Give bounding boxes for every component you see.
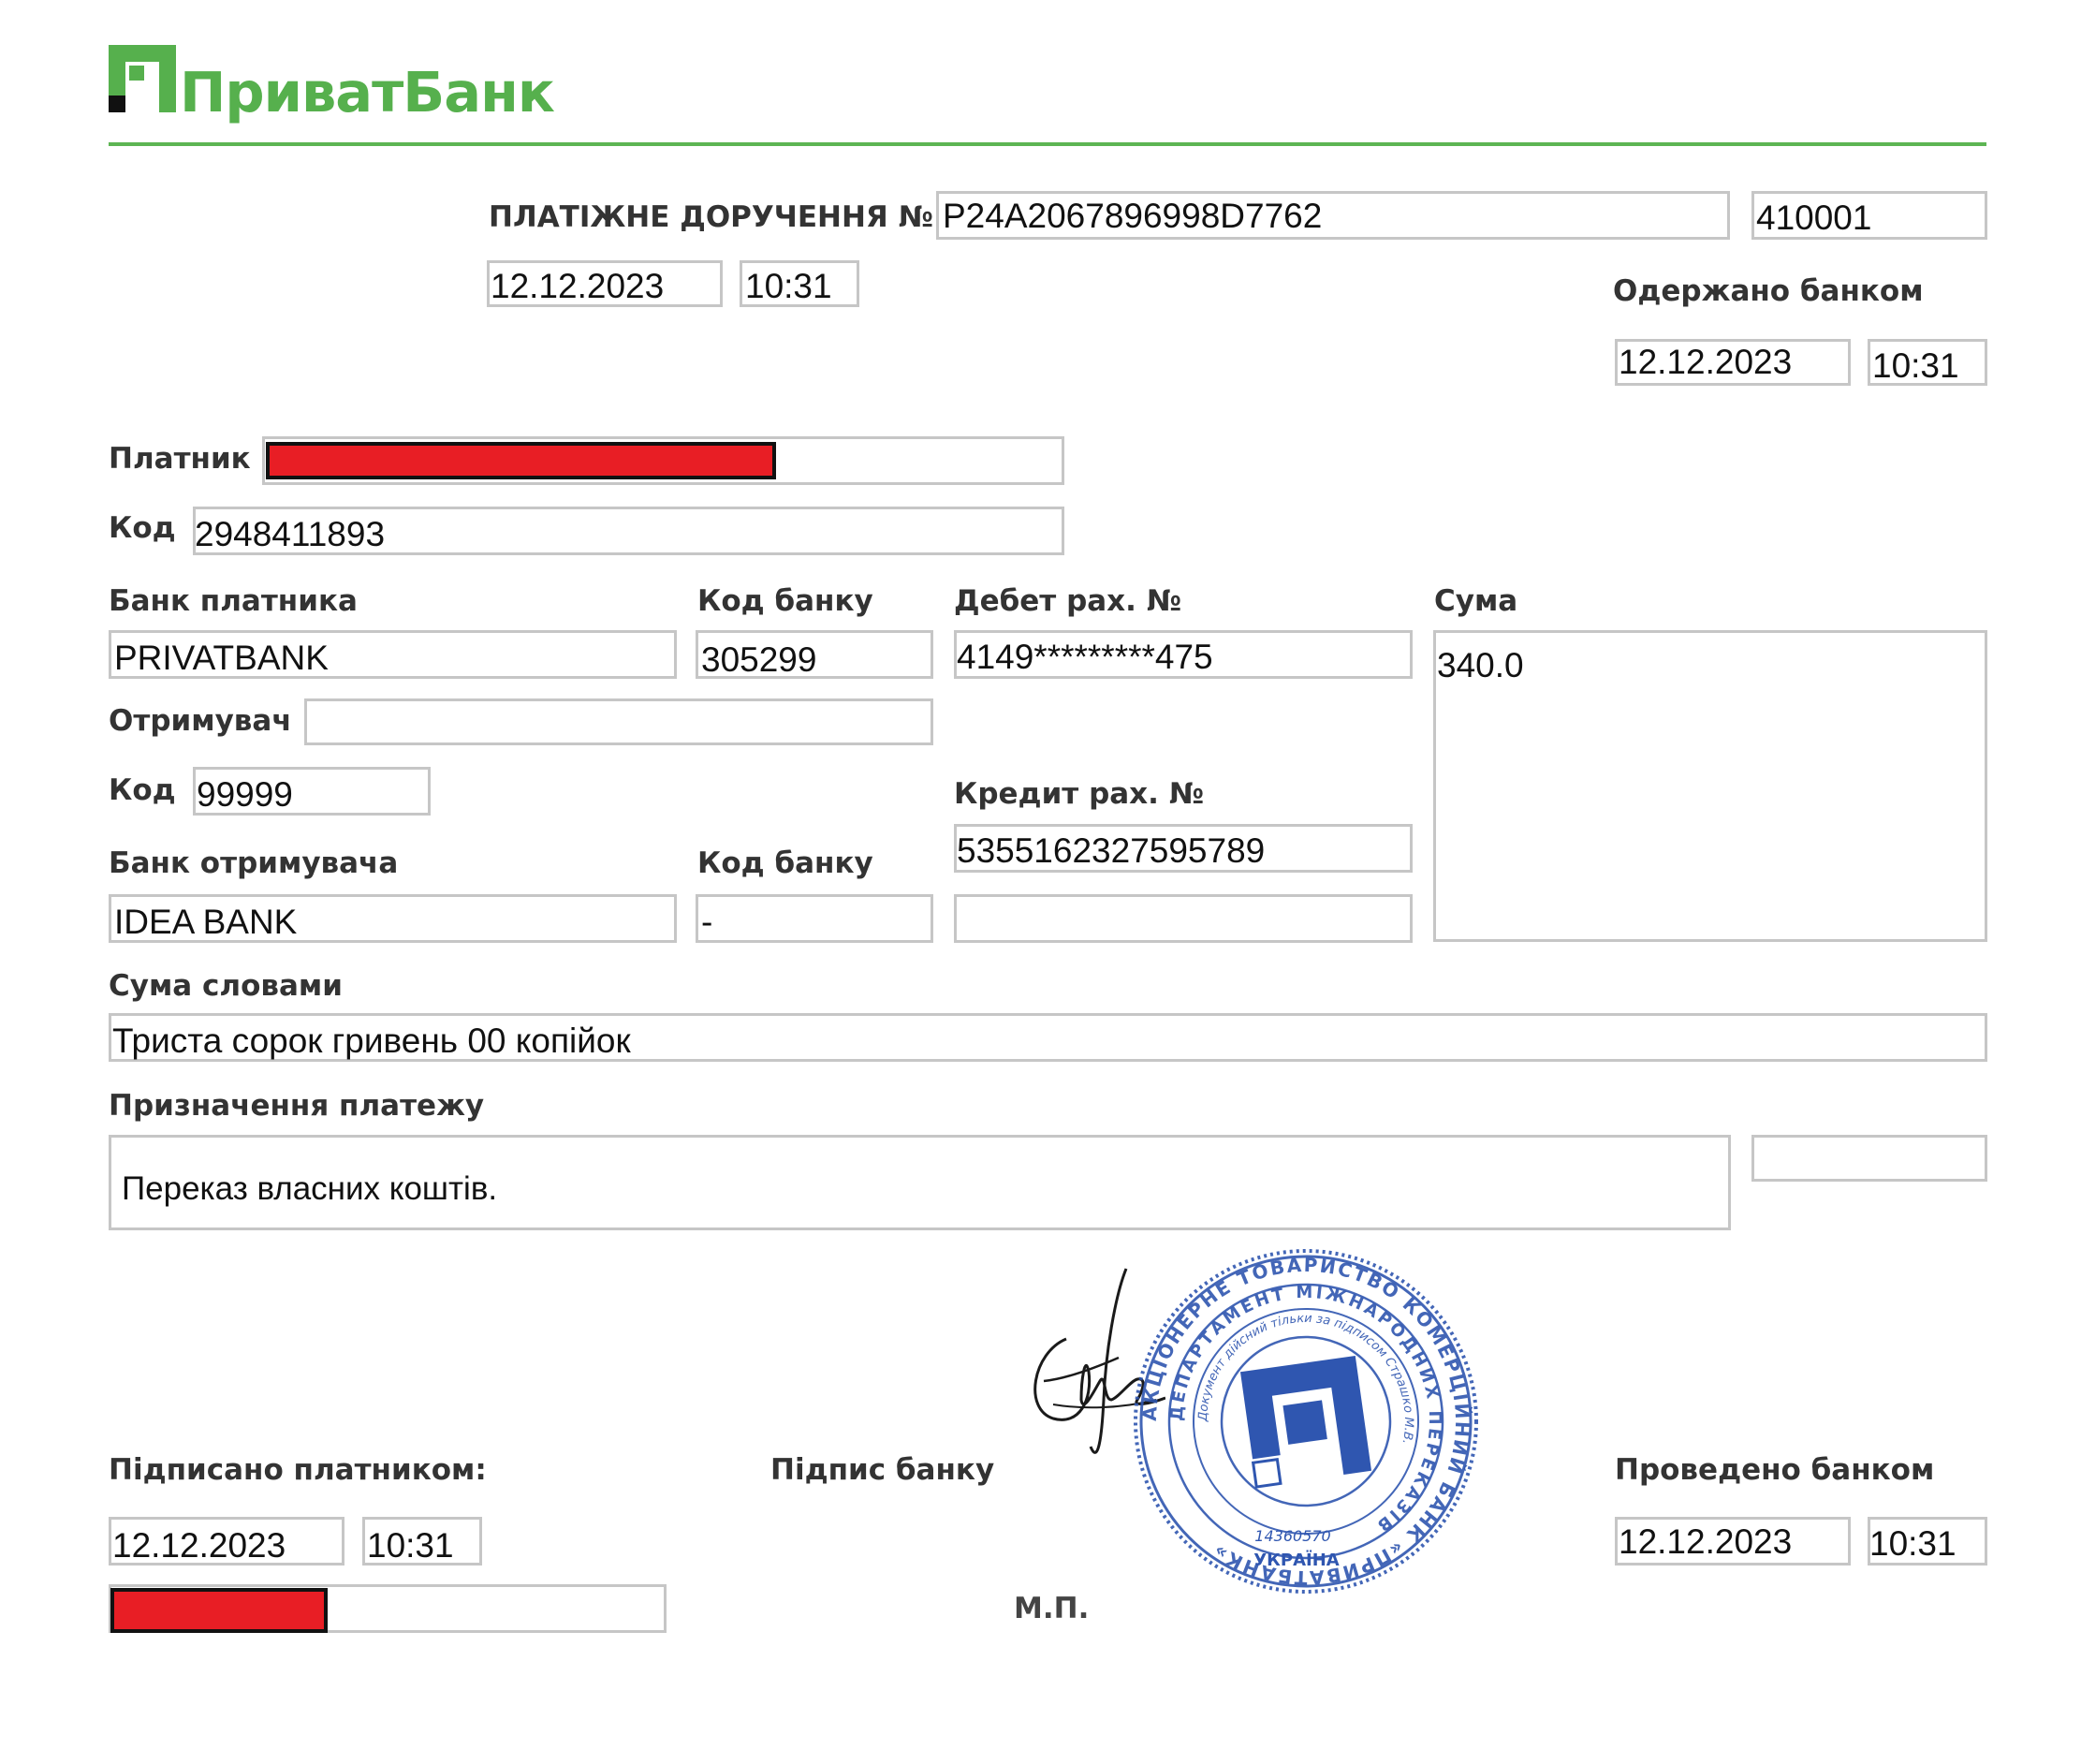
privatbank-logo-icon (109, 45, 176, 112)
amount-value: 340.0 (1437, 646, 1524, 684)
payer-bank-label: Банк платника (109, 584, 358, 618)
payer-bank-code-label: Код банку (697, 584, 873, 618)
payer-label: Платник (109, 442, 251, 476)
recipient-name-field (304, 698, 933, 745)
document-time: 10:31 (745, 267, 832, 305)
recipient-code-label: Код (109, 773, 176, 807)
purpose-value: Переказ власних коштів. (122, 1170, 498, 1207)
recipient-bank-label: Банк отримувача (109, 846, 399, 880)
recipient-bank-code: - (701, 903, 713, 941)
received-time: 10:31 (1872, 346, 1959, 385)
amount-label: Сума (1434, 584, 1518, 618)
payer-code: 2948411893 (195, 515, 386, 553)
extra-account-field (954, 894, 1413, 943)
seal-country: УКРАЇНА (1253, 1550, 1339, 1570)
processed-label: Проведено банком (1615, 1453, 1935, 1487)
signed-time: 10:31 (367, 1526, 454, 1565)
credit-account-label: Кредит рах. № (954, 777, 1205, 811)
bank-logo-text: ПриватБанк (180, 60, 555, 125)
credit-account: 5355162327595789 (957, 831, 1266, 870)
seal-logo-icon (1239, 1355, 1372, 1489)
purpose-code-field (1751, 1135, 1987, 1182)
processed-time: 10:31 (1869, 1524, 1956, 1563)
signed-by-payer-label: Підписано платником: (109, 1453, 487, 1487)
header-divider (109, 142, 1986, 146)
recipient-bank: IDEA BANK (114, 903, 298, 941)
payer-bank: PRIVATBANK (114, 639, 329, 677)
recipient-label: Отримувач (109, 704, 292, 738)
recipient-bank-code-field (696, 894, 933, 943)
debit-account: 4149*********475 (957, 638, 1213, 676)
received-date: 12.12.2023 (1619, 343, 1793, 381)
payer-code-label: Код (109, 511, 176, 545)
processed-date: 12.12.2023 (1619, 1522, 1793, 1561)
payer-bank-code: 305299 (701, 640, 817, 679)
purpose-label: Призначення платежу (109, 1089, 485, 1123)
document-number: P24A2067896998D7762 (943, 197, 1323, 235)
stamp-place-label: М.П. (1014, 1592, 1090, 1625)
seal-code: 14360570 (1254, 1527, 1330, 1545)
debit-account-label: Дебет рах. № (954, 584, 1182, 618)
recipient-bank-code-label: Код банку (697, 846, 873, 880)
redaction-bar (266, 442, 776, 479)
document-date: 12.12.2023 (491, 267, 665, 305)
redaction-bar (110, 1588, 328, 1633)
recipient-code: 99999 (197, 775, 293, 814)
amount-words-label: Сума словами (109, 969, 343, 1003)
received-label: Одержано банком (1613, 274, 1924, 308)
bank-seal: АКЦІОНЕРНЕ ТОВАРИСТВО КОМЕРЦІЙНИЙ БАНК «… (1134, 1249, 1478, 1594)
document-title: ПЛАТІЖНЕ ДОРУЧЕННЯ № (489, 200, 933, 234)
signed-date: 12.12.2023 (112, 1526, 286, 1565)
amount-words-value: Триста сорок гривень 00 копійок (112, 1022, 631, 1060)
bank-signature-label: Підпис банку (770, 1453, 995, 1487)
document-code: 410001 (1756, 198, 1872, 237)
